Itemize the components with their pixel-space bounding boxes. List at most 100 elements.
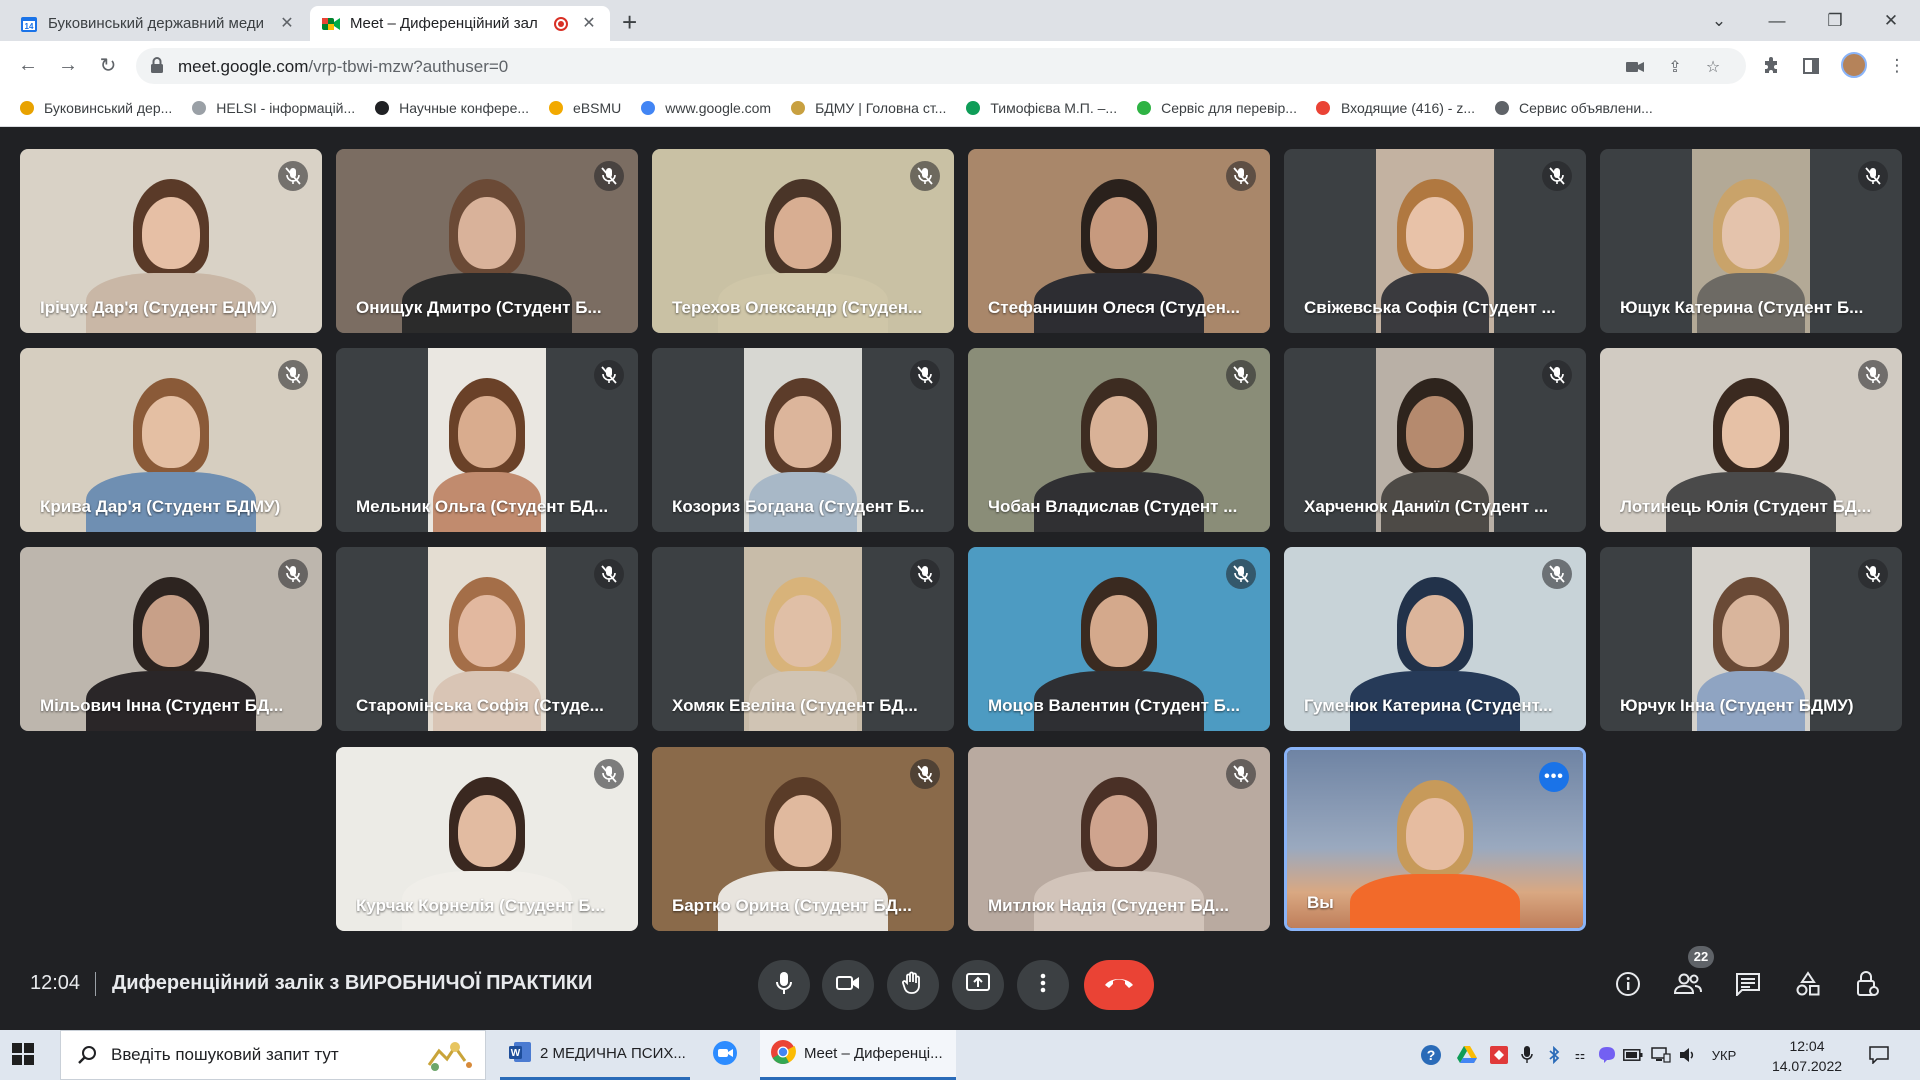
participant-tile[interactable]: Харченюк Даниїл (Студент ...: [1284, 348, 1586, 532]
close-tab-icon[interactable]: ✕: [580, 15, 598, 33]
muted-mic-icon: [594, 759, 624, 789]
participant-tile[interactable]: Онищук Дмитро (Студент Б...: [336, 149, 638, 333]
tab-search-icon[interactable]: ⌄: [1690, 0, 1748, 41]
browser-tab-meet[interactable]: Meet – Диференційний зал ✕: [310, 6, 610, 41]
cloud-icon: [190, 100, 207, 117]
bluetooth-icon[interactable]: [1543, 1044, 1565, 1066]
bookmark-item[interactable]: БДМУ | Головна ст...: [789, 100, 946, 117]
participant-tile[interactable]: Стефанишин Олеся (Студен...: [968, 149, 1270, 333]
taskbar-search-box[interactable]: Введіть пошуковий запит тут: [60, 1030, 486, 1080]
raise-hand-button[interactable]: [887, 960, 939, 1010]
bookmark-item[interactable]: Научные конфере...: [373, 100, 529, 117]
new-tab-button[interactable]: +: [622, 9, 637, 35]
participant-tile[interactable]: Мільович Інна (Студент БД...: [20, 547, 322, 731]
participant-tile[interactable]: Бартко Орина (Студент БД...: [652, 747, 954, 931]
windows-taskbar: Введіть пошуковий запит тут W 2 МЕДИЧНА …: [0, 1030, 1920, 1080]
restore-button[interactable]: ❐: [1806, 0, 1864, 41]
participant-tile[interactable]: Моцов Валентин (Студент Б...: [968, 547, 1270, 731]
meeting-info-icon[interactable]: [1612, 968, 1644, 1000]
microphone-button[interactable]: [758, 960, 810, 1010]
forward-icon[interactable]: →: [54, 51, 82, 79]
search-icon: [77, 1045, 97, 1070]
more-options-icon[interactable]: •••: [1539, 762, 1569, 792]
back-icon[interactable]: ←: [14, 51, 42, 79]
muted-mic-icon: [278, 360, 308, 390]
minimize-button[interactable]: —: [1748, 0, 1806, 41]
participant-tile[interactable]: Козориз Богдана (Студент Б...: [652, 348, 954, 532]
chrome-menu-icon[interactable]: ⋮: [1886, 55, 1908, 77]
bookmark-star-icon[interactable]: ☆: [1702, 56, 1724, 78]
participant-tile[interactable]: Курчак Корнелія (Студент Б...: [336, 747, 638, 931]
network-icon[interactable]: [1650, 1044, 1672, 1066]
display-settings-icon[interactable]: ⚏: [1569, 1044, 1591, 1066]
chat-icon[interactable]: [1732, 968, 1764, 1000]
participant-tile[interactable]: Терехов Олександр (Студен...: [652, 149, 954, 333]
tab-title: Meet – Диференційний зал: [350, 15, 538, 32]
bookmark-label: Сервис объявлени...: [1519, 100, 1653, 116]
self-video-tile[interactable]: Вы •••: [1284, 747, 1586, 931]
bookmark-item[interactable]: Входящие (416) - z...: [1315, 100, 1475, 117]
participant-tile[interactable]: Лотинець Юлія (Студент БД...: [1600, 348, 1902, 532]
participant-tile[interactable]: Свіжевська Софія (Студент ...: [1284, 149, 1586, 333]
lock-icon[interactable]: [150, 57, 168, 75]
notifications-icon[interactable]: [1868, 1044, 1890, 1066]
camera-in-use-icon[interactable]: [1624, 56, 1646, 78]
participant-name: Курчак Корнелія (Студент Б...: [356, 896, 605, 915]
people-icon[interactable]: [1672, 968, 1704, 1000]
participant-tile[interactable]: Старомінська Софія (Студе...: [336, 547, 638, 731]
bookmark-item[interactable]: Сервис объявлени...: [1493, 100, 1653, 117]
muted-mic-icon: [278, 161, 308, 191]
microphone-tray-icon[interactable]: [1516, 1044, 1538, 1066]
browser-tab-bukovinian[interactable]: 14 Буковинський державний меди ✕: [8, 6, 308, 41]
bookmark-item[interactable]: Сервіс для перевір...: [1135, 100, 1297, 117]
camera-button[interactable]: [822, 960, 874, 1010]
google-drive-icon[interactable]: [1456, 1044, 1478, 1066]
participant-tile[interactable]: Хомяк Евеліна (Студент БД...: [652, 547, 954, 731]
close-tab-icon[interactable]: ✕: [278, 15, 296, 33]
end-call-button[interactable]: [1084, 960, 1154, 1010]
taskbar-app-zoom[interactable]: [700, 1030, 750, 1080]
profile-avatar[interactable]: [1841, 52, 1867, 78]
participant-tile[interactable]: Ірічук Дар'я (Студент БДМУ): [20, 149, 322, 333]
windows-start-icon[interactable]: [12, 1043, 36, 1067]
activities-icon[interactable]: [1792, 968, 1824, 1000]
bookmark-item[interactable]: eBSMU: [547, 100, 621, 117]
bookmark-item[interactable]: HELSI - інформацій...: [190, 100, 355, 117]
side-panel-icon[interactable]: [1800, 55, 1822, 77]
participant-tile[interactable]: Ющук Катерина (Студент Б...: [1600, 149, 1902, 333]
taskbar-app-label: 2 МЕДИЧНА ПСИХ...: [540, 1045, 686, 1062]
share-icon[interactable]: ⇪: [1664, 56, 1686, 78]
participant-name: Гуменюк Катерина (Студент...: [1304, 696, 1553, 715]
address-bar[interactable]: meet.google.com/vrp-tbwi-mzw?authuser=0 …: [136, 48, 1746, 84]
taskbar-app-chrome[interactable]: Meet – Диференці...: [760, 1030, 956, 1080]
taskbar-app-word[interactable]: W 2 МЕДИЧНА ПСИХ...: [500, 1030, 690, 1080]
participant-tile[interactable]: Гуменюк Катерина (Студент...: [1284, 547, 1586, 731]
participant-name: Чобан Владислав (Студент ...: [988, 497, 1238, 516]
taskbar-date: 14.07.2022: [1771, 1058, 1843, 1074]
participant-name: Стефанишин Олеся (Студен...: [988, 298, 1241, 317]
bookmark-label: Входящие (416) - z...: [1340, 100, 1476, 116]
present-screen-button[interactable]: [952, 960, 1004, 1010]
more-options-button[interactable]: [1017, 960, 1069, 1010]
bookmark-item[interactable]: www.google.com: [639, 100, 771, 117]
input-language[interactable]: УКР: [1706, 1044, 1742, 1066]
help-icon[interactable]: ?: [1420, 1044, 1442, 1066]
volume-icon[interactable]: [1677, 1044, 1699, 1066]
battery-icon[interactable]: [1622, 1044, 1644, 1066]
participant-tile[interactable]: Мельник Ольга (Студент БД...: [336, 348, 638, 532]
participant-tile[interactable]: Крива Дар'я (Студент БДМУ): [20, 348, 322, 532]
extensions-icon[interactable]: [1760, 55, 1782, 77]
host-controls-icon[interactable]: [1852, 968, 1884, 1000]
close-window-button[interactable]: ✕: [1862, 0, 1920, 41]
camera-icon: [836, 975, 860, 996]
participant-tile[interactable]: Чобан Владислав (Студент ...: [968, 348, 1270, 532]
reload-icon[interactable]: ↻: [94, 51, 122, 79]
participant-tile[interactable]: Юрчук Інна (Студент БДМУ): [1600, 547, 1902, 731]
bookmark-item[interactable]: Буковинський дер...: [18, 100, 172, 117]
muted-mic-icon: [1542, 360, 1572, 390]
anydesk-icon[interactable]: [1488, 1044, 1510, 1066]
bookmark-item[interactable]: Тимофієва М.П. –...: [964, 100, 1117, 117]
viber-icon[interactable]: [1596, 1044, 1618, 1066]
taskbar-clock[interactable]: 12:04 14.07.2022: [1763, 1036, 1851, 1076]
participant-tile[interactable]: Митлюк Надія (Студент БД...: [968, 747, 1270, 931]
